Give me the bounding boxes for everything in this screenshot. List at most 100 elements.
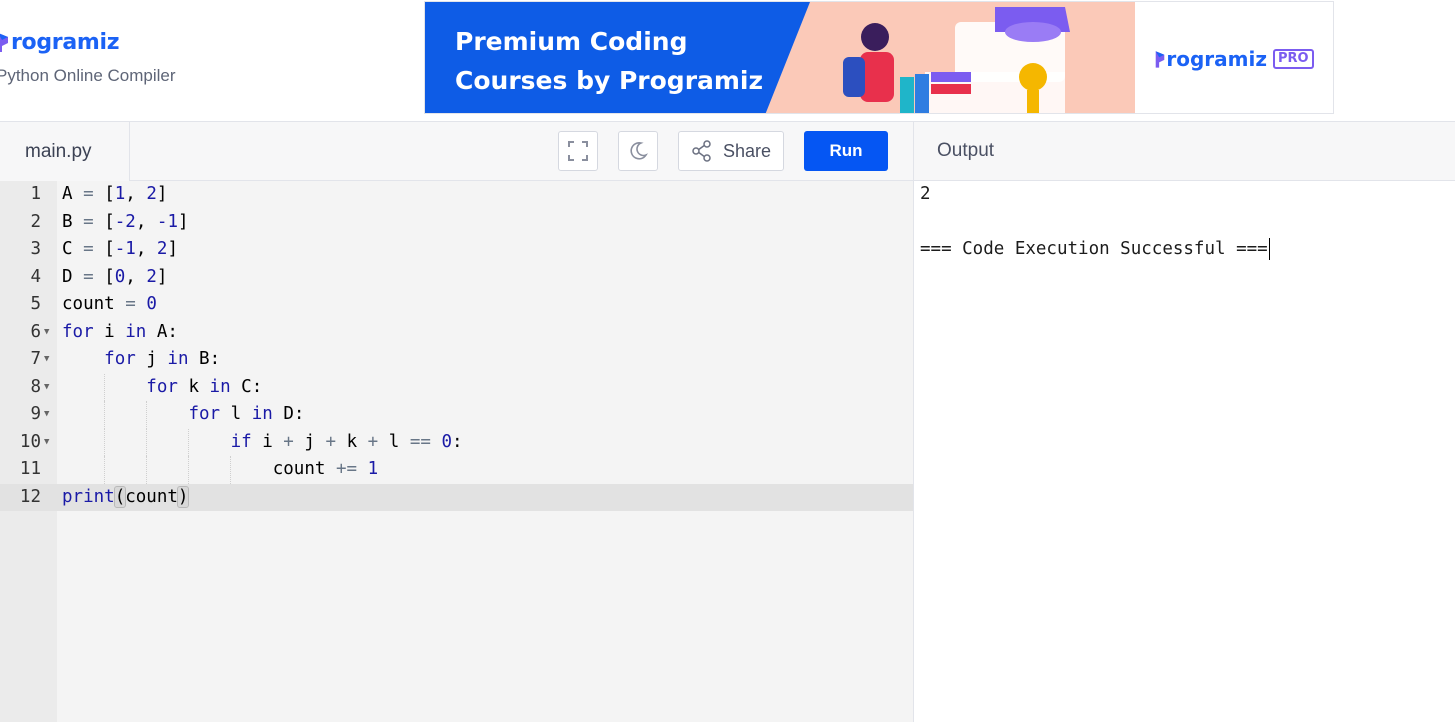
token: [ [104,239,115,259]
output-header: Output [913,122,1455,181]
theme-toggle-button[interactable] [618,131,658,171]
token: , [125,184,136,204]
code-line[interactable]: 4 D = [0, 2] [0,264,913,292]
brand-subtitle: Python Online Compiler [0,66,176,85]
ad-headline: Premium Coding Courses by Programiz [455,22,763,100]
code-text: for k in C: [62,374,262,402]
token: B [62,211,73,232]
code-line[interactable]: 6 ▼ for i in A: [0,319,913,347]
token: 0 [114,266,126,287]
token: 0 [146,294,157,314]
token: l [230,404,242,424]
run-button[interactable]: Run [804,131,888,171]
token: [ [104,266,115,287]
line-number: 6 [30,321,41,342]
output-line-with-caret: === Code Execution Successful === [920,236,1270,264]
tab-main-py[interactable]: main.py [0,122,130,181]
brand[interactable]: rogramiz Python Online Compiler [0,22,176,86]
token: count [62,294,115,314]
token: : [452,431,463,452]
token: ] [177,211,189,232]
ad-banner[interactable]: Premium Coding Courses by Programiz rogr… [424,1,1334,114]
programiz-logo-icon [0,31,10,53]
token: in [251,404,273,424]
token: count [125,486,178,507]
token: + [283,431,294,452]
fold-arrow-icon[interactable]: ▼ [44,319,54,347]
ad-headline-line2: Courses by Programiz [455,66,764,95]
code-line[interactable]: 9 ▼ for l in D: [0,401,913,429]
line-number: 3 [30,239,41,259]
token: = [125,294,136,314]
code-line[interactable]: 7 ▼ for j in B: [0,346,913,374]
line-number: 7 [30,349,41,369]
token: -2 [114,211,136,232]
code-line[interactable]: 2 B = [-2, -1] [0,209,913,237]
token: in [209,376,231,397]
line-number: 5 [30,294,41,314]
matched-bracket: ) [176,485,190,508]
expand-icon [568,141,588,161]
output-panel[interactable]: 2 === Code Execution Successful === [913,181,1455,722]
output-title: Output [937,140,995,161]
text-caret [1268,238,1270,260]
share-icon [692,140,711,162]
token: [ [104,211,115,232]
token: count [272,459,326,479]
header: rogramiz Python Online Compiler Premium … [0,0,1455,122]
token: B: [199,349,221,369]
share-button[interactable]: Share [678,131,784,171]
share-label: Share [722,140,772,161]
ad-illustration [765,2,1135,113]
line-number: 11 [19,459,41,479]
token: A: [156,321,178,342]
code-text: print(count) [62,484,190,512]
token: j [304,431,315,452]
ad-pro-name: rogramiz [1166,46,1268,71]
code-text: count = 0 [62,291,157,319]
token: 2 [156,239,168,259]
token: -1 [156,211,178,232]
line-number: 2 [30,211,41,232]
fullscreen-button[interactable] [558,131,598,171]
code-line[interactable]: 8 ▼ for k in C: [0,373,913,402]
fold-arrow-icon[interactable]: ▼ [44,429,54,457]
token: j [146,349,157,369]
code-line[interactable]: 5 count = 0 [0,291,913,319]
token: i [104,321,115,342]
fold-arrow-icon[interactable]: ▼ [44,401,54,429]
fold-arrow-icon[interactable]: ▼ [44,374,54,402]
token: ] [156,266,168,287]
code-line[interactable]: 1 A = [1, 2] [0,181,913,209]
token: in [125,321,147,342]
line-number: 4 [30,266,41,287]
code-line[interactable]: 3 C = [-1, 2] [0,236,913,264]
ad-headline-line1: Premium Coding [455,27,688,56]
line-number: 12 [19,486,41,507]
ad-pro-logo: rogramiz PRO [1135,2,1333,113]
output-status: === Code Execution Successful === [920,239,1268,259]
token: for [146,376,178,397]
code-editor[interactable]: 1 A = [1, 2] 2 B = [-2, -1] 3 C = [-1, 2… [0,181,913,722]
token: 1 [114,184,126,204]
moon-icon [630,142,648,160]
token: = [83,184,94,204]
code-text: C = [-1, 2] [62,236,178,264]
token: 1 [367,459,379,479]
code-line[interactable]: 11 count += 1 [0,456,913,484]
token: 2 [146,184,157,204]
token: = [83,266,94,287]
fold-arrow-icon[interactable]: ▼ [44,346,54,374]
code-text: A = [1, 2] [62,181,167,209]
token: k [188,376,199,397]
code-line-active[interactable]: 12 print(count) [0,483,913,512]
editor-toolbar: main.py Share Run [0,122,913,181]
code-text: for i in A: [62,319,178,347]
code-text: count += 1 [62,456,378,484]
code-line[interactable]: 10 ▼ if i + j + k + l == 0: [0,428,913,457]
programiz-pro-logo-icon [1156,50,1165,68]
token: == [409,431,431,452]
token: C [62,239,73,259]
code-text: if i + j + k + l == 0: [62,429,463,457]
code-text: D = [0, 2] [62,264,167,292]
